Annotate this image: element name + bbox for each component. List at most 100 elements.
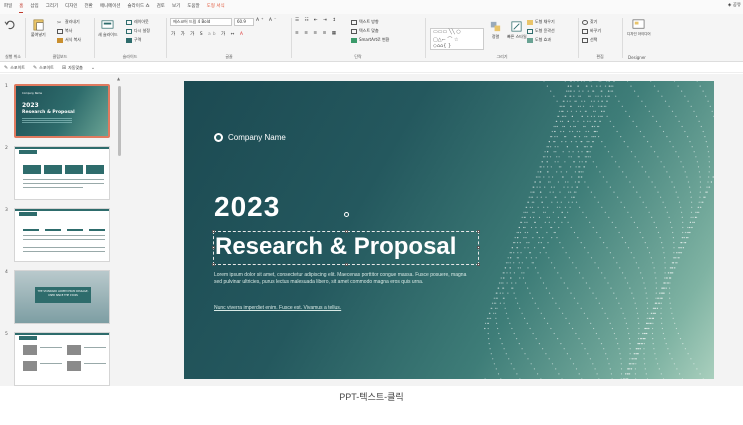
decor-dot <box>609 252 611 254</box>
quick-item-autofit[interactable]: ⊞ 자동맞춤 <box>62 65 83 71</box>
decor-dot <box>654 302 656 304</box>
shapes-gallery[interactable]: ▭▭▭ ╲╲ ○ ▢△⌐ ⌒ ☆ ◇⌂⌂{ } <box>430 28 484 50</box>
decor-dot <box>680 161 682 163</box>
decor-dot <box>556 125 558 128</box>
slide-title[interactable]: Research & Proposal <box>215 233 456 261</box>
quick-toolbar-more[interactable]: ⌄ <box>91 65 97 71</box>
font-size-grow-shrink[interactable]: A⁺ A⁻ <box>256 18 278 23</box>
font-name-dropdown[interactable]: 에스코어 드림 4 Bold <box>170 18 232 26</box>
paste-button[interactable]: 붙여넣기 <box>31 18 46 38</box>
format-painter-button[interactable]: 서식 복사 <box>57 37 81 43</box>
slide-body-link-text[interactable]: Nunc viverra imperdiet enim. Fusce est. … <box>214 305 474 312</box>
thumbnail-slide-3[interactable] <box>14 208 110 262</box>
decor-dot <box>661 95 663 97</box>
decor-dot <box>524 353 526 355</box>
select-button[interactable]: 선택 <box>582 37 597 43</box>
shape-brackets-icon[interactable]: ◇⌂⌂{ } <box>433 43 451 49</box>
shape-outline-button[interactable]: 도형 윤곽선 <box>527 28 555 34</box>
copy-button[interactable]: 복사 <box>57 28 72 34</box>
decor-dot <box>579 105 581 107</box>
menu-item[interactable]: 검토 <box>157 0 165 14</box>
quick-item-eyedropper-1[interactable]: ✎ 스포이트 <box>4 65 25 71</box>
menu-item[interactable]: 홈 <box>19 1 24 13</box>
menu-item[interactable]: 슬라이드 쇼 <box>128 0 150 14</box>
decor-dot <box>655 292 657 294</box>
thumbnail-slide-1[interactable]: Company Name 2023 Research & Proposal <box>14 84 110 138</box>
decor-dot <box>644 338 646 340</box>
scroll-up-icon[interactable]: ▲ <box>117 76 120 81</box>
layout-button[interactable]: 레이아웃 <box>126 19 149 25</box>
slide-canvas[interactable]: Company Name 2023 Research & Proposal Lo… <box>184 81 714 379</box>
shape-rect-icon[interactable]: ▭▭▭ ╲╲ ○ <box>433 29 461 35</box>
align-buttons[interactable]: ≡ ≡ ≡ ≡ ▦ <box>295 31 338 36</box>
resize-handle[interactable] <box>477 246 480 249</box>
decor-dot <box>529 216 532 218</box>
quick-item-eyedropper-2[interactable]: ✎ 스포이트 <box>33 65 54 71</box>
find-button[interactable]: 찾기 <box>582 19 597 25</box>
thumbnails-scrollbar[interactable] <box>118 86 121 156</box>
align-text-button[interactable]: 텍스트 맞춤 <box>351 28 379 34</box>
company-header[interactable]: Company Name <box>214 133 286 142</box>
reset-button[interactable]: 다시 설정 <box>126 28 150 34</box>
decor-dot <box>604 312 606 314</box>
menu-item[interactable]: 애니메이션 <box>100 0 121 14</box>
cut-button[interactable]: ✂ 잘라내기 <box>57 19 80 26</box>
decor-dot <box>563 130 565 133</box>
menu-item[interactable]: 도형 서식 <box>207 0 225 14</box>
shape-fill-button[interactable]: 도형 채우기 <box>527 19 555 25</box>
thumbnail-slide-5[interactable] <box>14 332 110 386</box>
resize-handle[interactable] <box>212 263 215 266</box>
menu-item[interactable]: 전환 <box>85 0 93 14</box>
decor-dot <box>574 100 576 102</box>
decor-dot <box>587 252 589 254</box>
quick-styles-button[interactable]: 빠른 스타일 <box>507 20 527 40</box>
rotate-handle[interactable] <box>344 212 349 217</box>
share-button[interactable]: ◈ 공유 <box>728 2 741 8</box>
slide-thumbnails-panel[interactable]: ▲ 1 Company Name 2023 Research & Proposa… <box>0 74 124 386</box>
font-size-dropdown[interactable]: 60.9 <box>234 18 254 26</box>
decor-dot <box>524 247 526 249</box>
decor-dot <box>675 115 677 117</box>
menu-item[interactable]: 보기 <box>172 0 180 14</box>
thumbnail-2-line <box>23 179 104 180</box>
text-direction-button[interactable]: 텍스트 방향 <box>351 19 379 25</box>
decor-dot <box>492 358 494 360</box>
decor-dot <box>618 100 620 102</box>
decor-dot <box>672 317 674 319</box>
resize-handle[interactable] <box>477 263 480 266</box>
thumbnail-slide-2[interactable] <box>14 146 110 200</box>
find-label: 찾기 <box>590 19 598 24</box>
decor-dot <box>678 257 680 259</box>
menu-item[interactable]: 삽입 <box>30 0 38 14</box>
resize-handle[interactable] <box>477 230 480 233</box>
decor-dot <box>609 322 611 324</box>
decor-dot <box>706 186 708 188</box>
decor-dot <box>516 247 519 249</box>
smartart-button[interactable]: SmartArt로 변환 <box>351 37 389 43</box>
decor-dot <box>684 348 686 350</box>
decor-dot <box>646 322 648 324</box>
decor-dot <box>633 257 635 259</box>
menu-item[interactable]: 파일 <box>4 0 12 14</box>
decor-dot <box>698 120 700 122</box>
list-buttons[interactable]: ☰ ☷ ⇤ ⇥ ↕ <box>295 18 338 23</box>
resize-handle[interactable] <box>345 263 348 266</box>
slide-year[interactable]: 2023 <box>214 191 280 223</box>
undo-button[interactable] <box>4 18 17 32</box>
decor-dot <box>674 257 676 259</box>
replace-button[interactable]: 바꾸기 <box>582 28 601 34</box>
font-format-buttons[interactable]: 가 가 가 S ab 가 ↔ A <box>171 31 245 37</box>
menu-item[interactable]: 디자인 <box>65 0 77 14</box>
section-button[interactable]: 구역 <box>126 37 141 43</box>
design-ideas-button[interactable]: 디자인 아이디어 <box>627 18 651 37</box>
slide-body-paragraph[interactable]: Lorem ipsum dolor sit amet, consectetur … <box>214 272 474 286</box>
thumbnail-slide-4[interactable]: THE STANDARD LOREM IPSUM PASSAGE, USED S… <box>14 270 110 324</box>
shape-lines-icon[interactable]: ▢△⌐ ⌒ ☆ <box>433 36 458 43</box>
shape-effects-button[interactable]: 도형 효과 <box>527 37 551 43</box>
menu-item[interactable]: 그리기 <box>46 0 58 14</box>
thumbnail-2-box <box>65 165 83 174</box>
arrange-button[interactable]: 정렬 <box>489 20 502 40</box>
decor-dot <box>519 267 521 269</box>
menu-item[interactable]: 도움말 <box>187 0 199 14</box>
new-slide-button[interactable]: 새 슬라이드 <box>98 18 118 38</box>
